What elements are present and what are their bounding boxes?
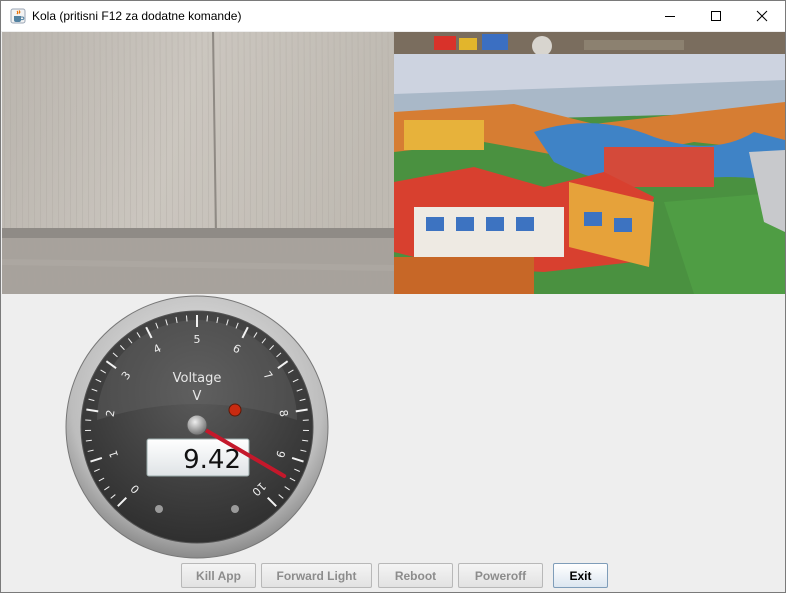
- gauge-led-indicator: [228, 403, 242, 417]
- reboot-button[interactable]: Reboot: [378, 563, 453, 588]
- gauge-unit: V: [193, 389, 202, 404]
- gauge-minor-tick: [185, 315, 188, 322]
- gauge-minor-tick: [206, 315, 209, 322]
- java-cup-icon: [10, 8, 26, 24]
- gauge-screw: [155, 505, 163, 513]
- minimize-button[interactable]: [647, 1, 693, 31]
- voltage-gauge: 0 1 2 3 4 5 6 7 8 9 10 Voltage V 9.42: [63, 293, 331, 561]
- close-button[interactable]: [739, 1, 785, 31]
- window-title: Kola (pritisni F12 za dodatne komande): [32, 9, 242, 23]
- forward-light-button[interactable]: Forward Light: [261, 563, 372, 588]
- left-camera-feed: [2, 32, 394, 294]
- gauge-tick-label: 5: [194, 333, 201, 346]
- gauge-title: Voltage: [173, 371, 222, 386]
- gauge-value: 9.42: [183, 445, 241, 475]
- title-bar[interactable]: Kola (pritisni F12 za dodatne komande): [1, 1, 785, 31]
- right-camera-feed: [394, 32, 785, 294]
- gauge-hub: [186, 414, 208, 436]
- maximize-button[interactable]: [693, 1, 739, 31]
- gauge-svg: 012345678910 Voltage V 9.42: [65, 295, 329, 559]
- exit-button[interactable]: Exit: [553, 563, 608, 588]
- kill-app-button[interactable]: Kill App: [181, 563, 256, 588]
- gauge-screw: [231, 505, 239, 513]
- app-window: Kola (pritisni F12 za dodatne komande) 0…: [0, 0, 786, 593]
- cabinet-image: [2, 32, 394, 294]
- minimize-icon: [665, 16, 675, 17]
- close-icon: [756, 10, 768, 22]
- carpet-image: [394, 32, 785, 294]
- poweroff-button[interactable]: Poweroff: [458, 563, 543, 588]
- maximize-icon: [711, 11, 721, 21]
